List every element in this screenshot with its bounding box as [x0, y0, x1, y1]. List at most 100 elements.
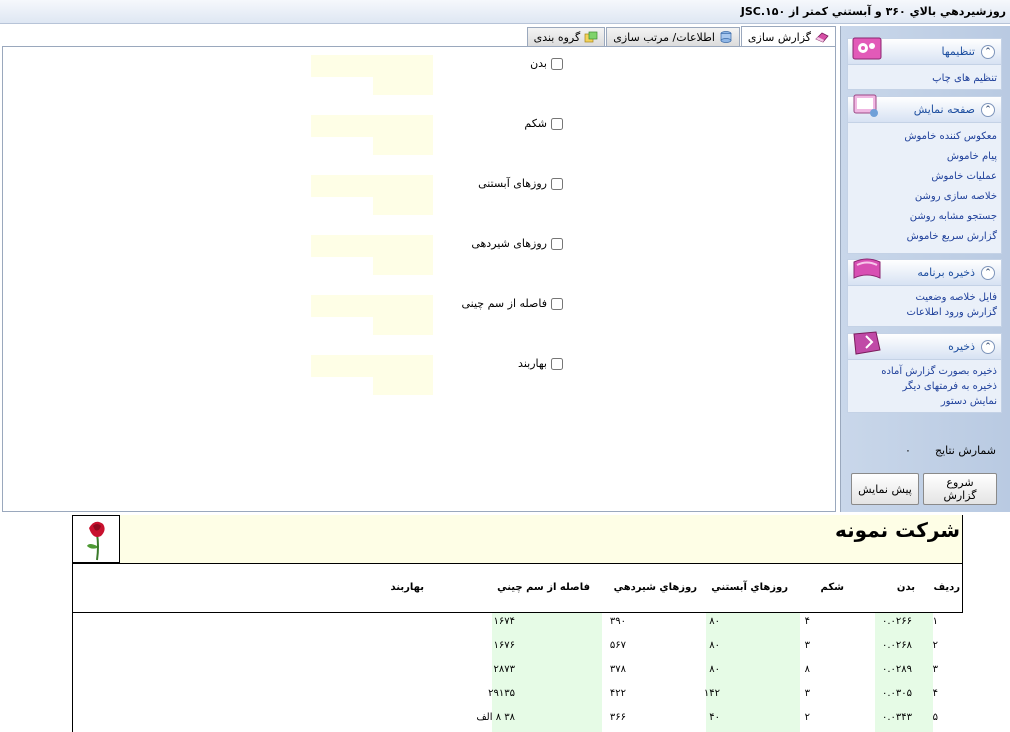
- cell-row-no: ۳: [932, 664, 938, 675]
- criteria-label: شکم: [524, 117, 547, 130]
- save-disk-icon: [853, 331, 881, 355]
- criteria-value-box[interactable]: [311, 175, 433, 197]
- criteria-item[interactable]: بدن: [530, 57, 563, 70]
- cell-body: ۰.۰۲۶۶: [881, 616, 912, 627]
- cell-belly: ۸: [804, 664, 810, 675]
- panel-header[interactable]: ⌃ تنظیمها: [848, 37, 1001, 65]
- tab-label: گزارش سازی: [747, 30, 811, 44]
- criteria-checkbox[interactable]: [551, 117, 563, 130]
- report-header-band: [72, 515, 963, 563]
- cell-belly: ۴: [804, 616, 810, 627]
- criteria-label: روزهای آبستنی: [478, 177, 547, 190]
- cell-hoof-trim: ۱۶۷۴: [493, 616, 515, 627]
- criteria-checkbox[interactable]: [551, 177, 563, 190]
- panel-link-similar-search-on[interactable]: جستجو مشابه روشن: [850, 207, 997, 227]
- criteria-item[interactable]: فاصله از سم چینی: [462, 297, 563, 310]
- panel-header[interactable]: ⌃ ذخیره برنامه: [848, 258, 1001, 286]
- column-shade: [706, 613, 800, 732]
- criteria-value-box[interactable]: [373, 317, 433, 335]
- result-count: شمارش نتایج ۰: [847, 444, 1002, 457]
- criteria-item[interactable]: شکم: [524, 117, 563, 130]
- criteria-value-box[interactable]: [311, 55, 433, 77]
- cell-row-no: ۵: [932, 712, 938, 723]
- criteria-item[interactable]: روزهای شیردهی: [471, 237, 563, 250]
- window-title: روزشيردهي بالاي ۳۶۰ و آبستني کمتر از JSC…: [740, 5, 1006, 18]
- criteria-label: روزهای شیردهی: [471, 237, 547, 250]
- panel-title: ذخیره برنامه: [917, 266, 975, 279]
- collapse-chevron-icon[interactable]: ⌃: [981, 265, 995, 280]
- report-preview: شرکت نمونه رديف بدن شکم روزهاي آبستني رو…: [0, 512, 1010, 732]
- cell-belly: ۳: [804, 640, 810, 651]
- criteria-row-body: بدن: [3, 47, 837, 107]
- panel-link-invert-off[interactable]: معکوس کننده خاموش: [850, 127, 997, 147]
- column-header-belly: شکم: [820, 582, 845, 593]
- tab-report-builder[interactable]: گزارش سازی: [740, 26, 836, 47]
- criteria-value-box[interactable]: [373, 197, 433, 215]
- column-header-milking-days: روزهاي شيردهي: [613, 582, 697, 593]
- cell-milking-days: ۴۲۲: [609, 688, 626, 699]
- panel-header[interactable]: ⌃ صفحه نمایش: [848, 94, 1001, 123]
- panel-link-show-command[interactable]: نمایش دستور: [850, 394, 997, 409]
- cell-body: ۰.۰۳۰۵: [881, 688, 912, 699]
- panel-link-save-ready-report[interactable]: ذخیره بصورت گزارش آماده: [850, 364, 997, 379]
- criteria-checkbox[interactable]: [551, 57, 563, 70]
- criteria-value-box[interactable]: [373, 377, 433, 395]
- tab-grouping[interactable]: گروه بندی: [526, 27, 606, 46]
- panel-link-message-off[interactable]: پیام خاموش: [850, 147, 997, 167]
- criteria-row-milking-days: روزهای شیردهی: [3, 227, 837, 287]
- screen-display-icon: [853, 94, 878, 117]
- column-header-pregnancy-days: روزهاي آبستني: [711, 582, 788, 593]
- criteria-value-box[interactable]: [311, 295, 433, 317]
- cell-pregnancy-days: ۱۴۲: [703, 688, 720, 699]
- column-header-hoof-trim: فاصله از سم چيني: [497, 582, 590, 593]
- criteria-value-box[interactable]: [311, 235, 433, 257]
- criteria-checkbox[interactable]: [551, 237, 563, 250]
- column-header-row-no: رديف: [933, 582, 960, 593]
- criteria-value-box[interactable]: [373, 137, 433, 155]
- criteria-value-box[interactable]: [311, 355, 433, 377]
- save-program-icon: [853, 258, 881, 279]
- criteria-value-box[interactable]: [373, 257, 433, 275]
- panel-title: تنظیمها: [941, 45, 975, 58]
- company-name: شرکت نمونه: [835, 518, 960, 542]
- report-border: [72, 563, 73, 732]
- criteria-label: بدن: [530, 57, 547, 70]
- cell-belly: ۳: [804, 688, 810, 699]
- cell-row-no: ۴: [932, 688, 938, 699]
- panel-link-operations-off[interactable]: عملیات خاموش: [850, 167, 997, 187]
- panel-link-save-other-formats[interactable]: ذخیره به فرمتهای دیگر: [850, 379, 997, 394]
- tab-label: گروه بندی: [533, 30, 581, 44]
- company-logo: [72, 515, 120, 563]
- panel-link-data-entry-report[interactable]: گزارش ورود اطلاعات: [850, 305, 997, 320]
- panel-title: صفحه نمایش: [913, 103, 975, 116]
- collapse-chevron-icon[interactable]: ⌃: [981, 102, 995, 117]
- criteria-item[interactable]: بهاربند: [518, 357, 563, 370]
- tab-data-sort[interactable]: اطلاعات/ مرتب سازی: [606, 27, 740, 46]
- criteria-value-box[interactable]: [311, 115, 433, 137]
- tab-strip: گزارش سازی اطلاعات/ مرتب سازی گروه بندی: [526, 26, 836, 47]
- cell-body: ۰.۰۲۶۸: [881, 640, 912, 651]
- panel-link-quick-report-off[interactable]: گزارش سریع خاموش: [850, 227, 997, 247]
- rose-icon: [87, 521, 105, 561]
- criteria-value-box[interactable]: [373, 77, 433, 95]
- cell-hoof-trim: ۳۸ ۸ الف: [476, 712, 515, 723]
- collapse-chevron-icon[interactable]: ⌃: [981, 339, 995, 354]
- panel-link-summary-on[interactable]: خلاصه سازی روشن: [850, 187, 997, 207]
- cell-milking-days: ۳۶۶: [609, 712, 626, 723]
- cell-pregnancy-days: ۸۰: [709, 640, 720, 651]
- preview-button[interactable]: پیش نمایش: [851, 473, 919, 505]
- criteria-checkbox[interactable]: [551, 297, 563, 310]
- panel-header[interactable]: ⌃ ذخیره: [848, 331, 1001, 360]
- cell-body: ۰.۰۲۸۹: [881, 664, 912, 675]
- criteria-checkbox[interactable]: [551, 357, 563, 370]
- panel-title: ذخیره: [948, 340, 975, 353]
- criteria-item[interactable]: روزهای آبستنی: [478, 177, 563, 190]
- collapse-chevron-icon[interactable]: ⌃: [981, 44, 995, 59]
- start-report-button[interactable]: شروع گزارش: [923, 473, 997, 505]
- panel-link-print-settings[interactable]: تنظیم های چاپ: [850, 69, 997, 89]
- cell-hoof-trim: ۱۶۷۶: [493, 640, 515, 651]
- panel-link-status-file[interactable]: فایل خلاصه وضعیت: [850, 290, 997, 305]
- window-title-bar: روزشيردهي بالاي ۳۶۰ و آبستني کمتر از JSC…: [0, 0, 1010, 24]
- cell-body: ۰.۰۳۴۳: [881, 712, 912, 723]
- result-count-value: ۰: [905, 444, 911, 457]
